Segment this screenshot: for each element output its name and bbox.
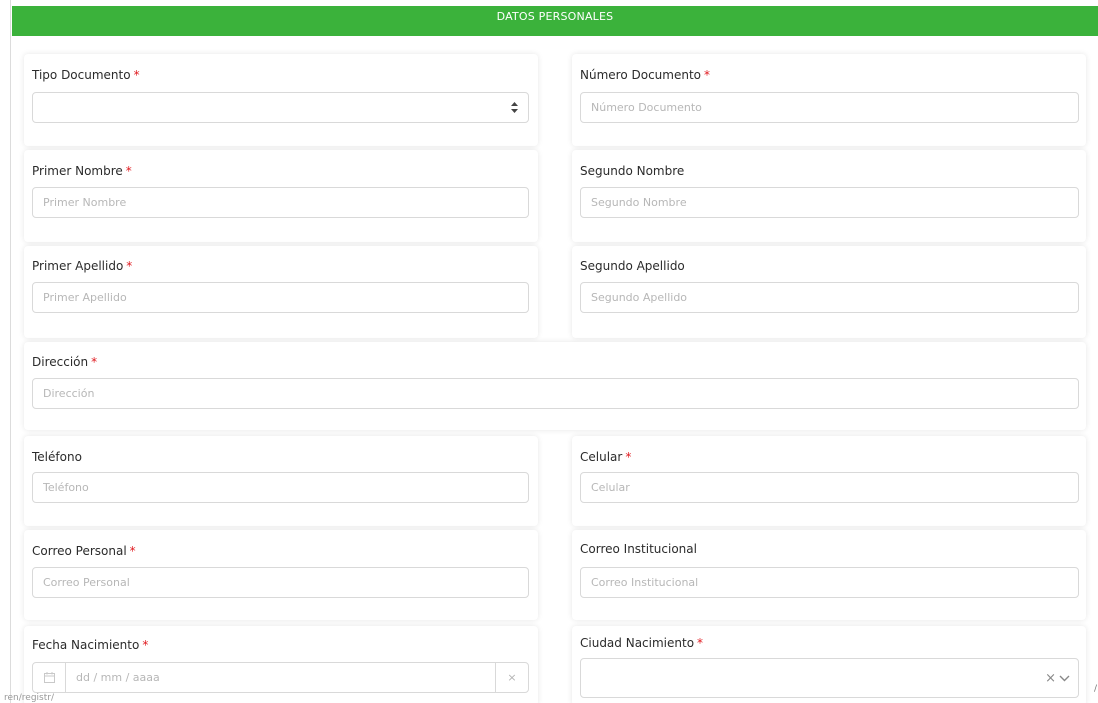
direccion-label: Dirección * — [32, 355, 98, 369]
segundo-apellido-label: Segundo Apellido — [580, 259, 685, 273]
correo-institucional-label: Correo Institucional — [580, 542, 697, 556]
ciudad-nacimiento-select[interactable]: × — [580, 658, 1079, 698]
card-tipo-documento: Tipo Documento * — [24, 54, 538, 146]
clear-selection-icon[interactable]: × — [1045, 671, 1056, 686]
primer-apellido-input[interactable] — [32, 282, 529, 313]
primer-apellido-label: Primer Apellido * — [32, 259, 133, 273]
clear-date-icon[interactable]: × — [495, 663, 528, 692]
card-primer-nombre: Primer Nombre * — [24, 150, 538, 242]
calendar-icon[interactable] — [33, 663, 66, 692]
segundo-nombre-label: Segundo Nombre — [580, 164, 685, 178]
segundo-apellido-input[interactable] — [580, 282, 1079, 313]
card-correo-personal: Correo Personal * — [24, 530, 538, 620]
correo-personal-input[interactable] — [32, 567, 529, 598]
card-segundo-apellido: Segundo Apellido — [572, 246, 1086, 338]
left-border — [10, 0, 11, 703]
fecha-nacimiento-input[interactable]: dd / mm / aaaa × — [32, 662, 529, 693]
chevron-down-icon[interactable] — [1059, 671, 1070, 686]
card-telefono: Teléfono — [24, 436, 538, 526]
sort-arrows-icon — [511, 102, 518, 113]
primer-nombre-input[interactable] — [32, 187, 529, 218]
celular-label: Celular * — [580, 450, 632, 464]
section-title: DATOS PERSONALES — [496, 10, 614, 23]
celular-input[interactable] — [580, 472, 1079, 503]
telefono-label: Teléfono — [32, 450, 82, 464]
correo-personal-label: Correo Personal * — [32, 544, 136, 558]
card-primer-apellido: Primer Apellido * — [24, 246, 538, 338]
card-correo-institucional: Correo Institucional — [572, 530, 1086, 620]
fecha-nacimiento-label: Fecha Nacimiento * — [32, 638, 149, 652]
ciudad-nacimiento-label: Ciudad Nacimiento * — [580, 636, 704, 650]
card-segundo-nombre: Segundo Nombre — [572, 150, 1086, 242]
fecha-nacimiento-placeholder: dd / mm / aaaa — [76, 671, 160, 684]
primer-nombre-label: Primer Nombre * — [32, 164, 132, 178]
tipo-documento-label: Tipo Documento * — [32, 68, 140, 82]
numero-documento-label: Número Documento * — [580, 68, 710, 82]
card-numero-documento: Número Documento * — [572, 54, 1086, 146]
edge-mark: / — [1094, 684, 1098, 694]
tipo-documento-select[interactable] — [32, 92, 529, 123]
numero-documento-input[interactable] — [580, 92, 1079, 123]
card-ciudad-nacimiento: Ciudad Nacimiento * × — [572, 626, 1086, 703]
card-direccion: Dirección * — [24, 342, 1086, 430]
card-celular: Celular * — [572, 436, 1086, 526]
status-url: ren/registr/ — [4, 693, 54, 703]
direccion-input[interactable] — [32, 378, 1079, 409]
correo-institucional-input[interactable] — [580, 567, 1079, 598]
section-header: DATOS PERSONALES — [12, 6, 1098, 36]
card-fecha-nacimiento: Fecha Nacimiento * dd / mm / aaaa × — [24, 626, 538, 703]
telefono-input[interactable] — [32, 472, 529, 503]
segundo-nombre-input[interactable] — [580, 187, 1079, 218]
